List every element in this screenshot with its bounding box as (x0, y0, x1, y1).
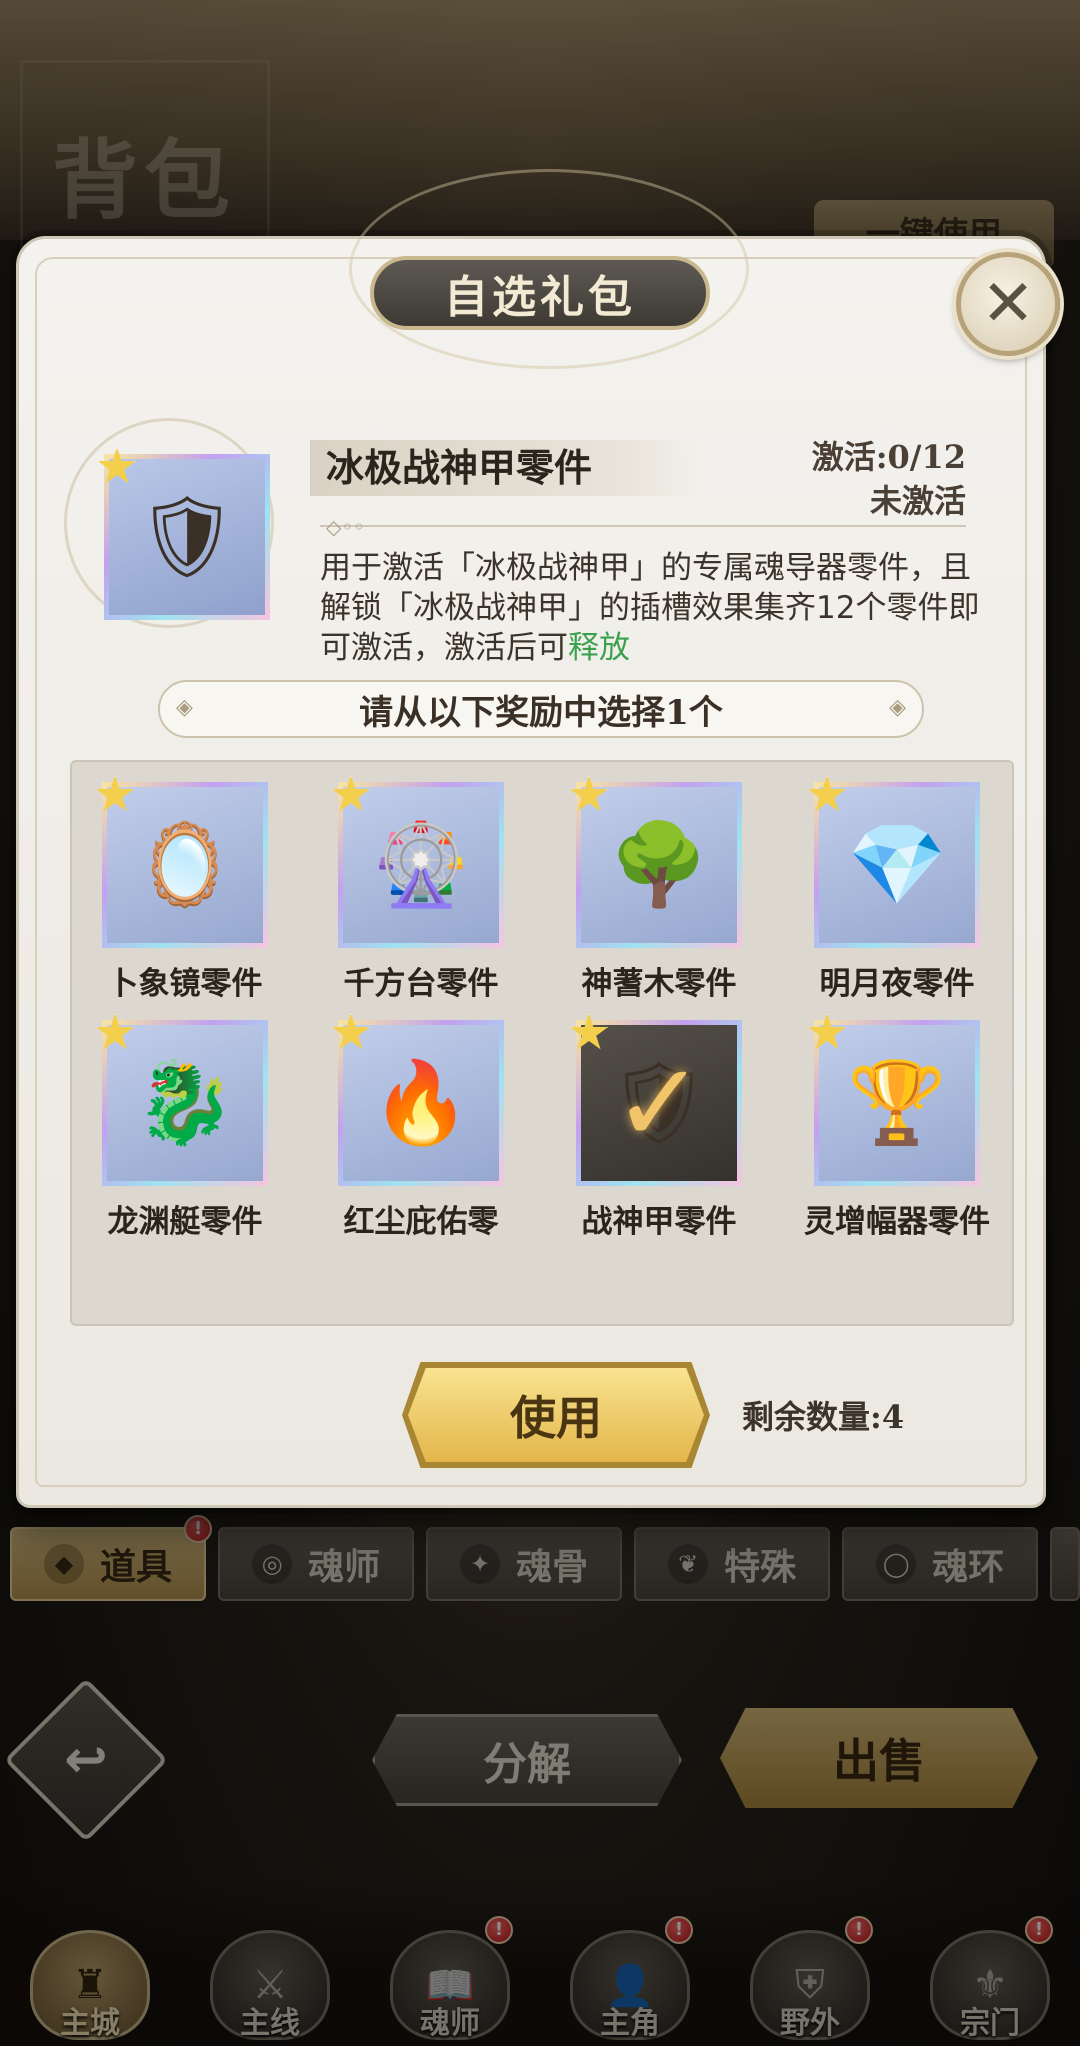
reward-label: 灵增幅器零件 (804, 1204, 990, 1240)
description-highlight: 释放 (568, 630, 630, 666)
close-icon: ✕ (981, 267, 1035, 341)
crystal-icon: 🔥 (371, 1056, 471, 1149)
reward-option[interactable]: 🔥 红尘庇佑零 (308, 1000, 518, 1240)
reward-card: 🛡 ✓ (569, 1013, 742, 1186)
reward-option-selected[interactable]: 🛡 ✓ 战神甲零件 (546, 1000, 756, 1240)
star-icon (331, 1013, 371, 1050)
reward-card: 🎡 (331, 775, 504, 948)
jewel-icon: 💎 (847, 818, 947, 911)
activation-status: 未激活 (869, 482, 966, 520)
reward-option[interactable]: 🌳 神蓍木零件 (546, 762, 756, 1002)
use-button[interactable]: 使用 (408, 1368, 704, 1462)
reward-label: 明月夜零件 (819, 966, 975, 1002)
star-icon (95, 1013, 135, 1050)
star-icon (807, 775, 847, 812)
reward-card: 🏆 (807, 1013, 980, 1186)
rewards-panel: 🪞 卜象镜零件 🎡 千方台零件 🌳 神蓍木零件 💎 明月夜零件 🐉 龙渊艇零件 (70, 760, 1014, 1326)
dragon-icon: 🐉 (135, 1056, 235, 1149)
item-description[interactable]: 用于激活「冰极战神甲」的专属魂导器零件，且解锁「冰极战神甲」的插槽效果集齐12个… (320, 548, 980, 666)
reward-option[interactable]: 🎡 千方台零件 (308, 762, 518, 1002)
activation-count: 激活:0/12 (811, 438, 966, 476)
reward-option[interactable]: 🏆 灵增幅器零件 (784, 1000, 994, 1240)
close-button[interactable]: ✕ (956, 252, 1060, 356)
star-icon (807, 1013, 847, 1050)
armor-icon: 🛡 (136, 490, 238, 583)
chalice-icon: 🏆 (847, 1056, 947, 1149)
remaining-count: 剩余数量:4 (742, 1398, 905, 1436)
reward-option[interactable]: 🪞 卜象镜零件 (72, 762, 282, 1002)
reward-label: 龙渊艇零件 (107, 1204, 263, 1240)
reward-label: 千方台零件 (343, 966, 499, 1002)
divider (320, 525, 966, 527)
reward-option[interactable]: 🐉 龙渊艇零件 (72, 1000, 282, 1240)
star-icon (331, 775, 371, 812)
tree-icon: 🌳 (609, 818, 709, 911)
reward-card: 💎 (807, 775, 980, 948)
mirror-icon: 🪞 (135, 818, 235, 911)
reward-option[interactable]: 💎 明月夜零件 (784, 762, 994, 1002)
reward-card: 🌳 (569, 775, 742, 948)
star-icon (95, 775, 135, 812)
dialog-title: 自选礼包 (370, 256, 710, 330)
checkmark-icon: ✓ (612, 1039, 706, 1167)
platform-icon: 🎡 (371, 818, 471, 911)
star-icon (569, 775, 609, 812)
reward-label: 卜象镜零件 (107, 966, 263, 1002)
reward-card: 🪞 (95, 775, 268, 948)
choose-prompt: 请从以下奖励中选择1个 (158, 680, 924, 738)
description-text: 用于激活「冰极战神甲」的专属魂导器零件，且解锁「冰极战神甲」的插槽效果集齐12个… (320, 550, 980, 666)
divider-ornament-icon: ◇◦◦ (326, 515, 365, 539)
reward-card: 🔥 (331, 1013, 504, 1186)
item-name: 冰极战神甲零件 (326, 445, 593, 490)
reward-label: 神蓍木零件 (581, 966, 737, 1002)
item-card[interactable]: 🛡 (97, 447, 270, 620)
reward-card: 🐉 (95, 1013, 268, 1186)
reward-label: 红尘庇佑零 (343, 1204, 499, 1240)
reward-label: 战神甲零件 (581, 1204, 737, 1240)
